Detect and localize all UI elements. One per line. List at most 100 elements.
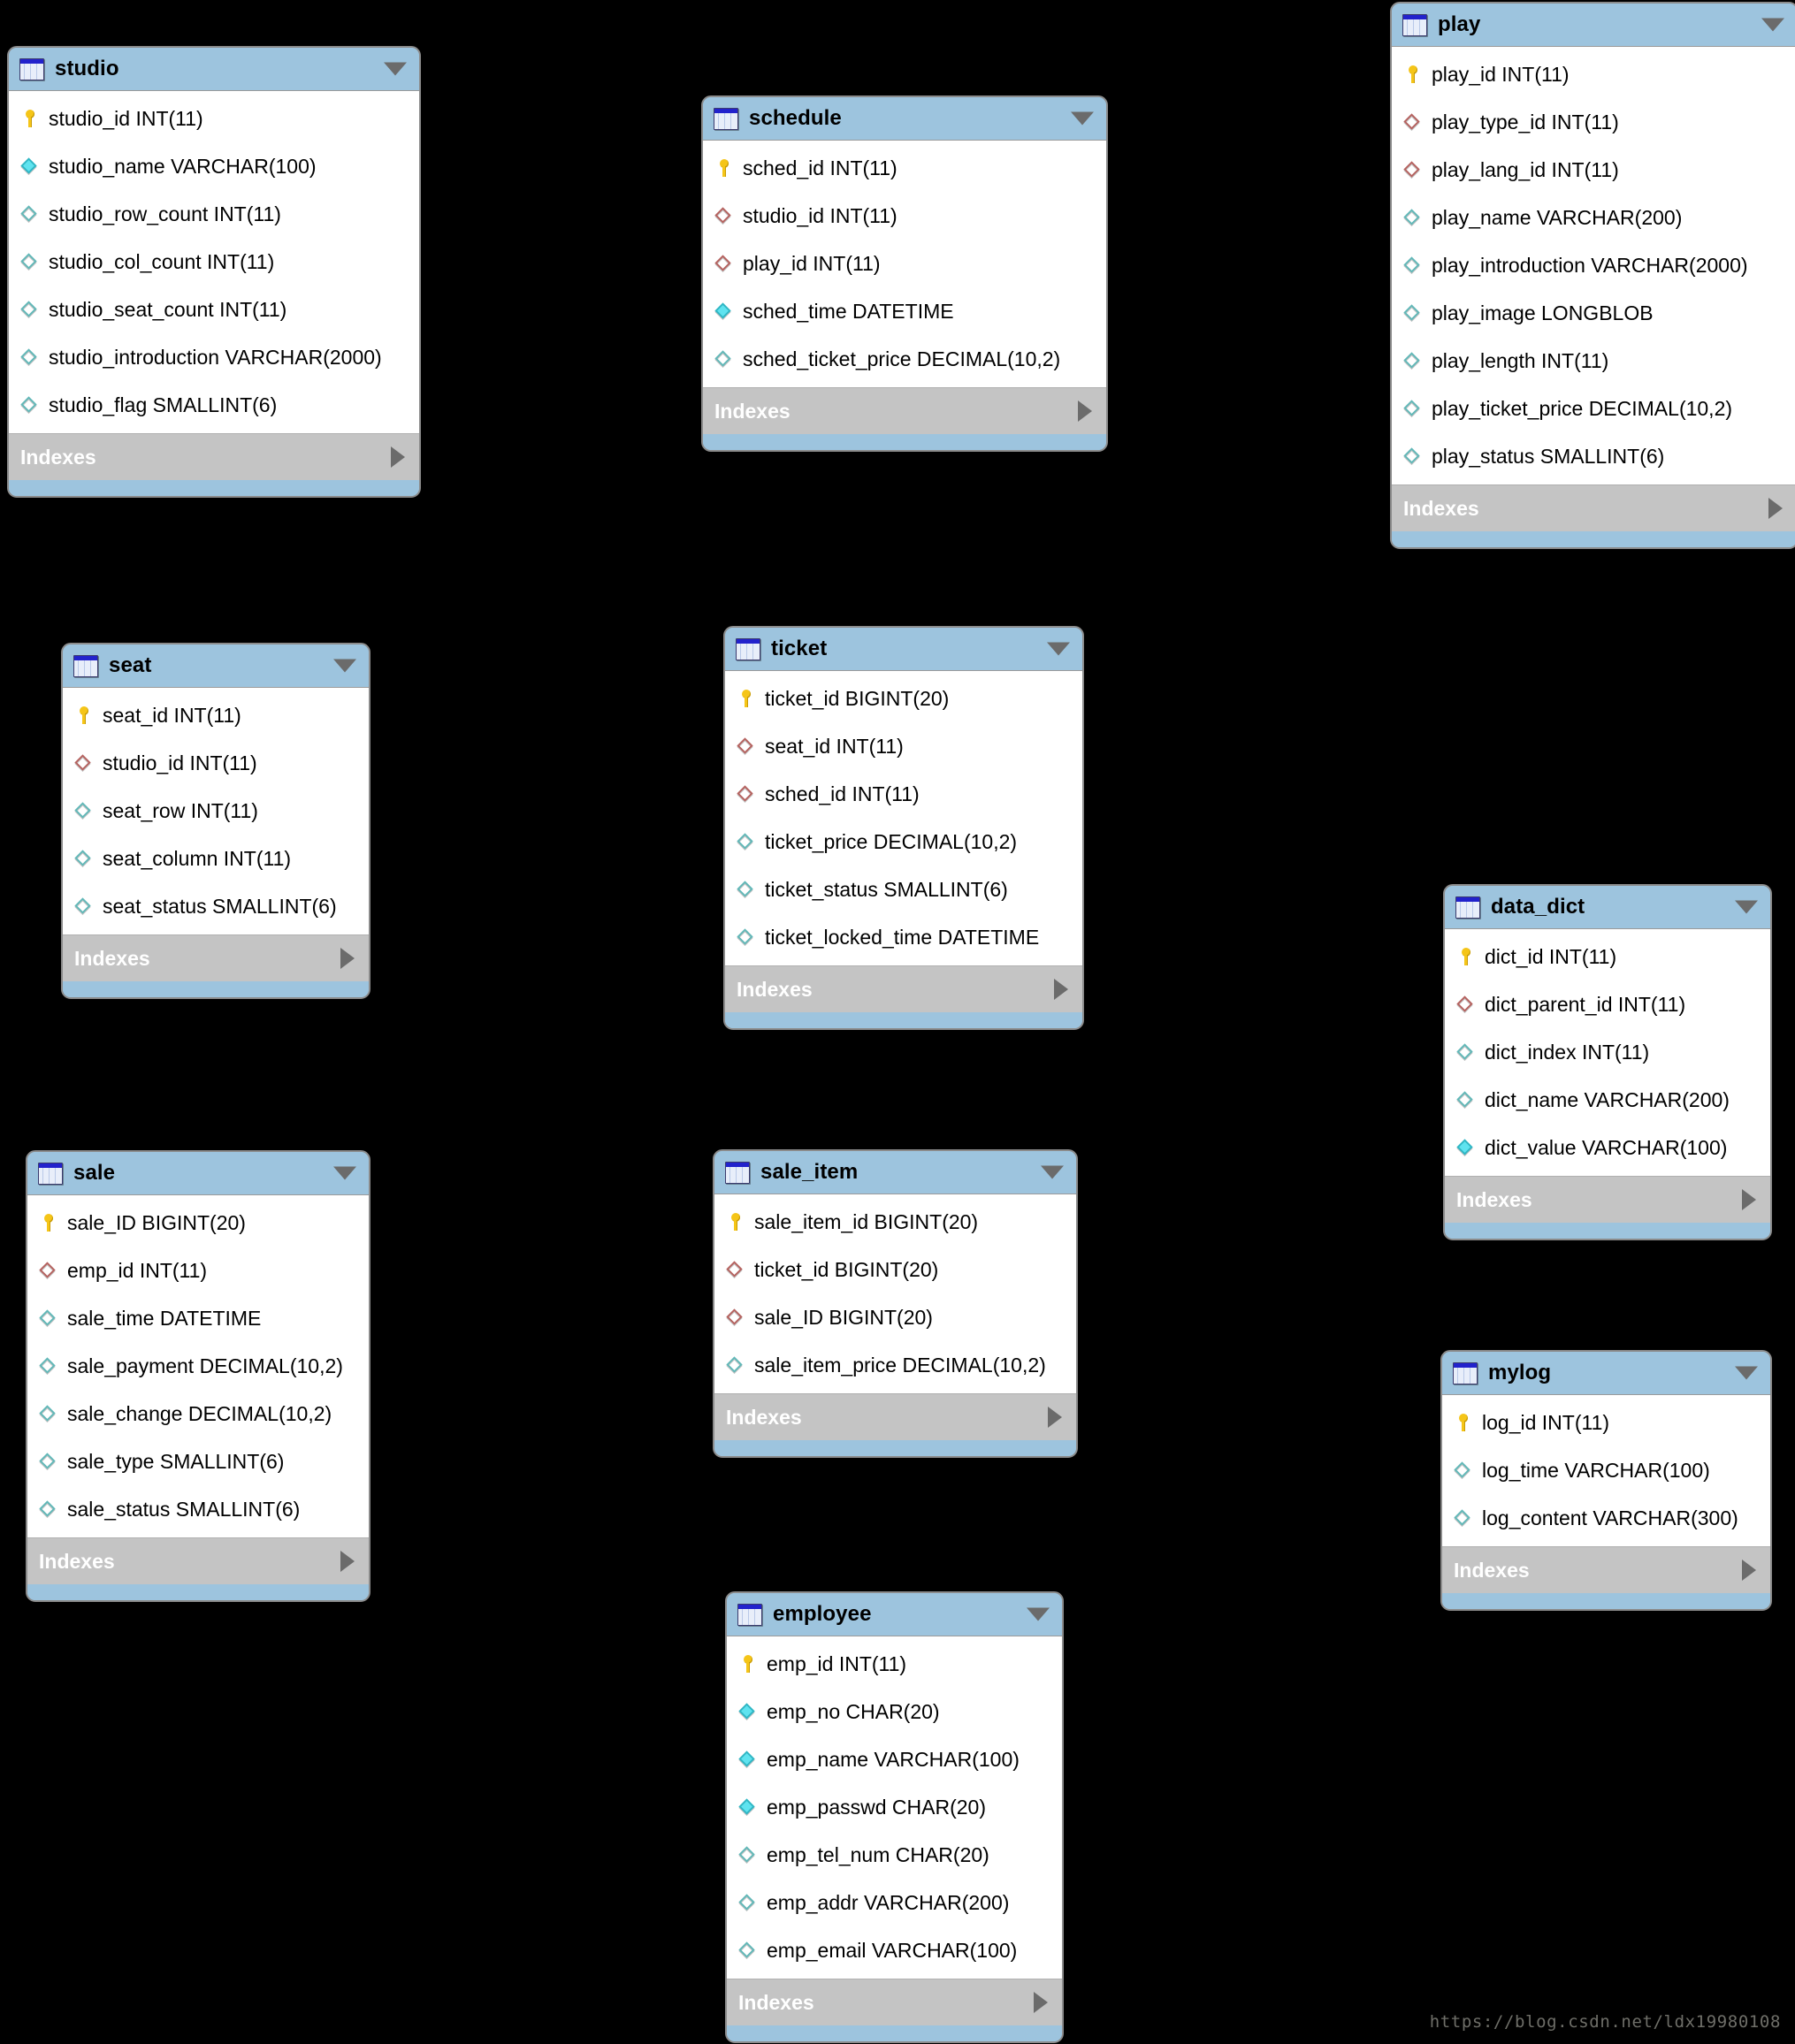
column-row[interactable]: studio_id INT(11)	[63, 739, 369, 787]
column-row[interactable]: studio_col_count INT(11)	[9, 238, 419, 286]
column-row[interactable]: emp_passwd CHAR(20)	[727, 1783, 1062, 1831]
chevron-down-icon[interactable]	[1735, 1366, 1758, 1380]
chevron-right-icon[interactable]	[391, 446, 405, 468]
column-row[interactable]: sale_item_price DECIMAL(10,2)	[714, 1341, 1076, 1389]
column-row[interactable]: emp_email VARCHAR(100)	[727, 1926, 1062, 1974]
table-box-seat[interactable]: seat seat_id INT(11) studio_id INT(11) seat…	[61, 643, 370, 999]
indexes-section-schedule[interactable]: Indexes	[703, 387, 1106, 434]
column-row[interactable]: ticket_locked_time DATETIME	[725, 913, 1082, 961]
table-box-mylog[interactable]: mylog log_id INT(11) log_time VARCHAR(100)…	[1440, 1350, 1772, 1611]
indexes-section-mylog[interactable]: Indexes	[1442, 1546, 1770, 1593]
indexes-section-sale_item[interactable]: Indexes	[714, 1393, 1076, 1440]
column-row[interactable]: studio_name VARCHAR(100)	[9, 142, 419, 190]
table-header-seat[interactable]: seat	[63, 644, 369, 688]
table-box-employee[interactable]: employee emp_id INT(11) emp_no CHAR(20) emp…	[725, 1591, 1064, 2043]
chevron-right-icon[interactable]	[1054, 979, 1068, 1000]
chevron-right-icon[interactable]	[1078, 400, 1092, 422]
column-row[interactable]: dict_parent_id INT(11)	[1445, 980, 1770, 1028]
column-row[interactable]: play_type_id INT(11)	[1392, 98, 1795, 146]
column-row[interactable]: emp_name VARCHAR(100)	[727, 1735, 1062, 1783]
table-header-studio[interactable]: studio	[9, 48, 419, 91]
column-row[interactable]: sale_time DATETIME	[27, 1294, 369, 1342]
chevron-right-icon[interactable]	[1742, 1560, 1756, 1581]
table-header-employee[interactable]: employee	[727, 1593, 1062, 1636]
column-row[interactable]: seat_id INT(11)	[63, 691, 369, 739]
chevron-down-icon[interactable]	[1027, 1607, 1050, 1621]
table-box-schedule[interactable]: schedule sched_id INT(11) studio_id INT(11…	[701, 95, 1108, 452]
chevron-right-icon[interactable]	[1768, 498, 1783, 519]
chevron-down-icon[interactable]	[1047, 642, 1070, 656]
chevron-down-icon[interactable]	[384, 62, 407, 76]
column-row[interactable]: play_id INT(11)	[1392, 50, 1795, 98]
indexes-section-data_dict[interactable]: Indexes	[1445, 1176, 1770, 1223]
chevron-right-icon[interactable]	[340, 1551, 355, 1572]
table-header-sale[interactable]: sale	[27, 1152, 369, 1195]
chevron-down-icon[interactable]	[1735, 900, 1758, 914]
column-row[interactable]: sched_time DATETIME	[703, 287, 1106, 335]
column-row[interactable]: dict_value VARCHAR(100)	[1445, 1124, 1770, 1171]
table-header-mylog[interactable]: mylog	[1442, 1352, 1770, 1395]
column-row[interactable]: play_id INT(11)	[703, 240, 1106, 287]
column-row[interactable]: studio_seat_count INT(11)	[9, 286, 419, 333]
column-row[interactable]: studio_id INT(11)	[703, 192, 1106, 240]
column-row[interactable]: play_introduction VARCHAR(2000)	[1392, 241, 1795, 289]
column-row[interactable]: play_status SMALLINT(6)	[1392, 432, 1795, 480]
chevron-down-icon[interactable]	[333, 659, 356, 673]
column-row[interactable]: sched_id INT(11)	[703, 144, 1106, 192]
column-row[interactable]: studio_introduction VARCHAR(2000)	[9, 333, 419, 381]
chevron-down-icon[interactable]	[333, 1166, 356, 1180]
indexes-section-studio[interactable]: Indexes	[9, 433, 419, 480]
table-box-play[interactable]: play play_id INT(11) play_type_id INT(11) p…	[1390, 2, 1795, 549]
column-row[interactable]: emp_id INT(11)	[727, 1640, 1062, 1688]
column-row[interactable]: seat_status SMALLINT(6)	[63, 882, 369, 930]
column-row[interactable]: log_time VARCHAR(100)	[1442, 1446, 1770, 1494]
column-row[interactable]: sale_ID BIGINT(20)	[27, 1199, 369, 1247]
column-row[interactable]: play_image LONGBLOB	[1392, 289, 1795, 337]
column-row[interactable]: studio_id INT(11)	[9, 95, 419, 142]
column-row[interactable]: studio_row_count INT(11)	[9, 190, 419, 238]
indexes-section-seat[interactable]: Indexes	[63, 934, 369, 981]
table-header-data_dict[interactable]: data_dict	[1445, 886, 1770, 929]
column-row[interactable]: sale_item_id BIGINT(20)	[714, 1198, 1076, 1246]
column-row[interactable]: sched_ticket_price DECIMAL(10,2)	[703, 335, 1106, 383]
table-header-play[interactable]: play	[1392, 4, 1795, 47]
chevron-down-icon[interactable]	[1761, 18, 1784, 32]
column-row[interactable]: sale_change DECIMAL(10,2)	[27, 1390, 369, 1438]
column-row[interactable]: log_id INT(11)	[1442, 1399, 1770, 1446]
column-row[interactable]: play_length INT(11)	[1392, 337, 1795, 385]
table-box-studio[interactable]: studio studio_id INT(11) studio_name VARCH…	[7, 46, 421, 498]
column-row[interactable]: sale_status SMALLINT(6)	[27, 1485, 369, 1533]
column-row[interactable]: ticket_id BIGINT(20)	[725, 675, 1082, 722]
column-row[interactable]: sale_type SMALLINT(6)	[27, 1438, 369, 1485]
column-row[interactable]: emp_tel_num CHAR(20)	[727, 1831, 1062, 1879]
column-row[interactable]: dict_index INT(11)	[1445, 1028, 1770, 1076]
column-row[interactable]: dict_id INT(11)	[1445, 933, 1770, 980]
table-box-data_dict[interactable]: data_dict dict_id INT(11) dict_parent_id I…	[1443, 884, 1772, 1240]
column-row[interactable]: ticket_id BIGINT(20)	[714, 1246, 1076, 1293]
column-row[interactable]: emp_id INT(11)	[27, 1247, 369, 1294]
chevron-down-icon[interactable]	[1071, 111, 1094, 126]
column-row[interactable]: play_name VARCHAR(200)	[1392, 194, 1795, 241]
chevron-right-icon[interactable]	[1742, 1189, 1756, 1210]
column-row[interactable]: seat_row INT(11)	[63, 787, 369, 835]
column-row[interactable]: seat_column INT(11)	[63, 835, 369, 882]
table-header-ticket[interactable]: ticket	[725, 628, 1082, 671]
table-box-sale[interactable]: sale sale_ID BIGINT(20) emp_id INT(11) sale…	[26, 1150, 370, 1602]
chevron-right-icon[interactable]	[1034, 1992, 1048, 2013]
table-header-sale_item[interactable]: sale_item	[714, 1151, 1076, 1194]
indexes-section-employee[interactable]: Indexes	[727, 1979, 1062, 2025]
table-box-ticket[interactable]: ticket ticket_id BIGINT(20) seat_id INT(11…	[723, 626, 1084, 1030]
indexes-section-play[interactable]: Indexes	[1392, 484, 1795, 531]
column-row[interactable]: dict_name VARCHAR(200)	[1445, 1076, 1770, 1124]
column-row[interactable]: log_content VARCHAR(300)	[1442, 1494, 1770, 1542]
table-header-schedule[interactable]: schedule	[703, 97, 1106, 141]
column-row[interactable]: studio_flag SMALLINT(6)	[9, 381, 419, 429]
chevron-right-icon[interactable]	[340, 948, 355, 969]
column-row[interactable]: emp_no CHAR(20)	[727, 1688, 1062, 1735]
column-row[interactable]: emp_addr VARCHAR(200)	[727, 1879, 1062, 1926]
chevron-down-icon[interactable]	[1041, 1165, 1064, 1179]
column-row[interactable]: play_ticket_price DECIMAL(10,2)	[1392, 385, 1795, 432]
indexes-section-sale[interactable]: Indexes	[27, 1537, 369, 1584]
column-row[interactable]: ticket_price DECIMAL(10,2)	[725, 818, 1082, 866]
column-row[interactable]: sale_ID BIGINT(20)	[714, 1293, 1076, 1341]
